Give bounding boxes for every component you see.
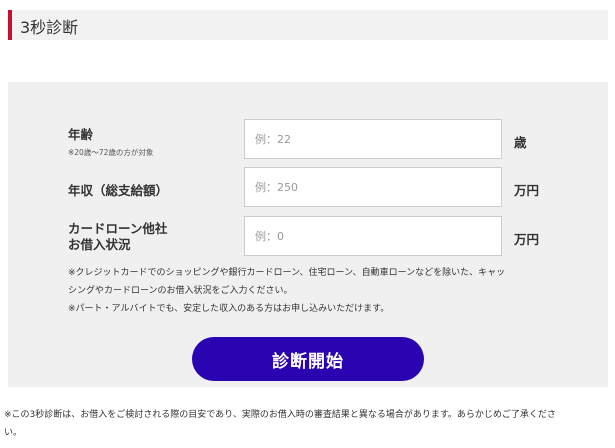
loans-label-group: カードローン他社 お借入状況: [68, 221, 167, 253]
page-title: 3秒診断: [20, 18, 79, 37]
disclaimer: ※この3秒診断は、お借入をご検討される際の目安であり、実際のお借入時の審査結果と…: [4, 406, 604, 442]
income-label: 年収（総支給額）: [68, 183, 169, 198]
loans-label-line1: カードローン他社: [68, 221, 168, 236]
page: 3秒診断 年齢 ※20歳〜72歳の方が対象 歳 年収（総支給額） 万円 カードロ…: [0, 0, 615, 448]
loans-input[interactable]: [244, 216, 502, 256]
note-line: ※パート・アルバイトでも、安定した収入のある方はお申し込みいただけます。: [68, 304, 390, 314]
section-header: 3秒診断: [8, 10, 608, 40]
disclaimer-line: ※この3秒診断は、お借入をご検討される際の目安であり、実際のお借入時の審査結果と…: [4, 410, 556, 420]
age-label: 年齢: [68, 127, 94, 142]
age-input[interactable]: [244, 119, 502, 159]
diagnosis-form: 年齢 ※20歳〜72歳の方が対象 歳 年収（総支給額） 万円 カードローン他社 …: [8, 82, 608, 387]
income-unit: 万円: [514, 183, 540, 198]
age-unit: 歳: [514, 135, 527, 150]
age-label-group: 年齢 ※20歳〜72歳の方が対象: [68, 124, 153, 158]
loans-label-line2: お借入状況: [68, 237, 131, 252]
start-diagnosis-button[interactable]: 診断開始: [192, 337, 424, 381]
loans-unit: 万円: [514, 232, 540, 247]
note-line: ※クレジットカードでのショッピングや銀行カードローン、住宅ローン、自動車ローンな…: [68, 268, 506, 278]
income-input[interactable]: [244, 167, 502, 207]
form-notes: ※クレジットカードでのショッピングや銀行カードローン、住宅ローン、自動車ローンな…: [68, 264, 548, 318]
age-note: ※20歳〜72歳の方が対象: [68, 148, 154, 157]
note-line: シングやカードローンのお借入状況をご入力ください。: [68, 286, 293, 296]
disclaimer-line: い。: [4, 428, 23, 438]
